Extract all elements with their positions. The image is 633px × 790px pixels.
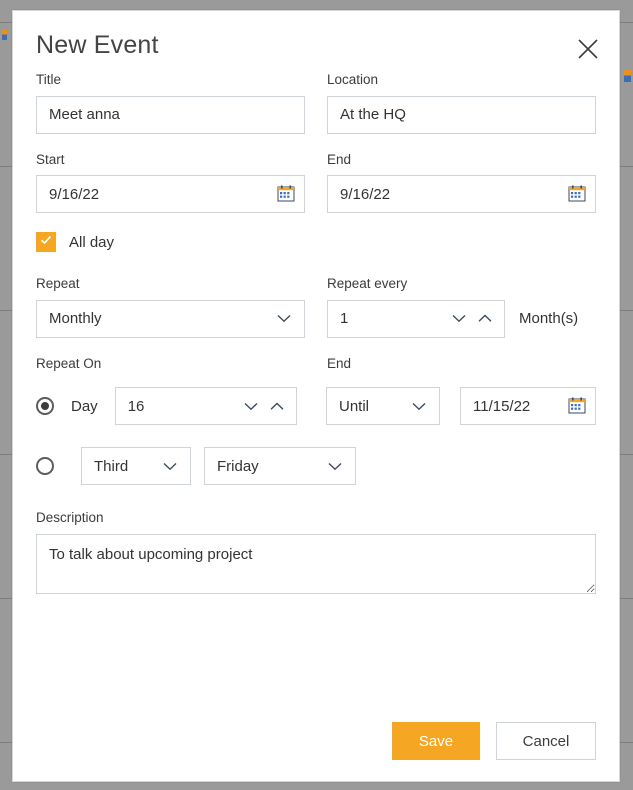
description-group: Description [36,511,596,599]
location-input[interactable] [327,95,596,134]
location-field-group: Location [327,73,596,134]
calendar-icon[interactable] [568,397,586,415]
event-form: Title Location Start [13,73,619,599]
repeat-on-day-decrement[interactable] [238,388,264,424]
calendar-icon[interactable] [277,185,295,203]
recurrence-end-date-wrap [460,387,596,425]
title-field-group: Title [36,73,305,134]
recurrence-end-group: End [327,355,596,380]
repeat-on-weekday-select[interactable]: Friday [204,447,356,485]
repeat-field-group: Repeat Monthly [36,277,305,338]
check-icon [39,233,53,252]
all-day-checkbox[interactable] [36,232,56,252]
start-input-wrap [36,175,305,213]
chevron-down-icon [408,387,430,425]
repeat-on-ordinal-select[interactable]: Third [81,447,191,485]
recurrence-end-mode-select[interactable]: Until [326,387,440,425]
title-input[interactable] [36,95,305,134]
repeat-every-increment[interactable] [472,301,498,337]
recurrence-end-mode-value: Until [339,397,370,415]
repeat-label: Repeat [36,276,80,291]
close-icon [577,38,599,60]
repeat-row: Repeat Monthly Repeat every 1 Month(s) [36,277,596,338]
repeat-on-day-label: Day [71,397,98,415]
repeat-on-day-stepper[interactable]: 16 [114,387,297,425]
repeat-on-day-option: Day 16 [36,387,318,425]
repeat-every-stepper[interactable]: 1 [327,299,505,338]
calendar-icon[interactable] [568,185,586,203]
repeat-every-unit-label: Month(s) [519,310,579,327]
all-day-label: All day [69,233,115,251]
page-title: New Event [36,31,159,59]
new-event-dialog: New Event Title Location [12,10,620,782]
start-field-group: Start [36,151,305,213]
repeat-on-first-row: Day 16 Until [36,387,596,425]
start-date-input[interactable] [36,175,305,213]
start-end-row: Start 9/16/22 End 9/16/22 [36,151,596,213]
repeat-select-value: Monthly [49,310,102,327]
repeat-every-decrement[interactable] [446,301,472,337]
end-field-group: End [327,151,596,213]
dialog-footer: Save Cancel [36,722,596,760]
repeat-on-ordinal-value: Third [94,457,129,475]
repeat-on-label: Repeat On [36,355,102,371]
close-button[interactable] [572,33,604,65]
recurrence-end-controls: Until [326,387,596,425]
cancel-button[interactable]: Cancel [496,722,596,760]
chevron-down-icon [273,300,295,338]
repeat-on-weekday-value: Friday [217,457,259,475]
repeat-every-controls: 1 Month(s) [327,299,596,338]
start-label: Start [36,151,65,167]
end-date-input[interactable] [327,175,596,213]
repeat-on-day-increment[interactable] [264,388,290,424]
dialog-header: New Event [13,11,619,73]
backdrop-event-chip [2,30,7,40]
repeat-on-group: Repeat On [36,355,305,380]
save-button[interactable]: Save [392,722,480,760]
repeat-select[interactable]: Monthly [36,299,305,338]
repeat-on-day-value: 16 [127,397,145,415]
repeat-every-field-group: Repeat every 1 Month(s) [327,277,596,338]
backdrop-event-chip [624,70,631,82]
repeat-on-row: Repeat On End [36,355,596,380]
description-textarea[interactable] [36,533,596,594]
repeat-every-value: 1 [340,310,349,327]
all-day-row: All day [36,232,596,252]
repeat-on-ordinal-option: Third Friday [36,447,596,485]
description-label: Description [36,510,104,525]
recurrence-end-label: End [327,355,352,371]
chevron-down-icon [324,447,346,485]
location-label: Location [327,72,379,87]
radio-dot [41,402,49,410]
chevron-down-icon [159,447,181,485]
repeat-on-day-radio[interactable] [36,397,54,415]
title-location-row: Title Location [36,73,596,134]
repeat-on-ordinal-radio[interactable] [36,457,54,475]
end-label: End [327,151,352,167]
title-label: Title [36,72,62,87]
end-input-wrap [327,175,596,213]
repeat-every-label: Repeat every [327,276,408,291]
